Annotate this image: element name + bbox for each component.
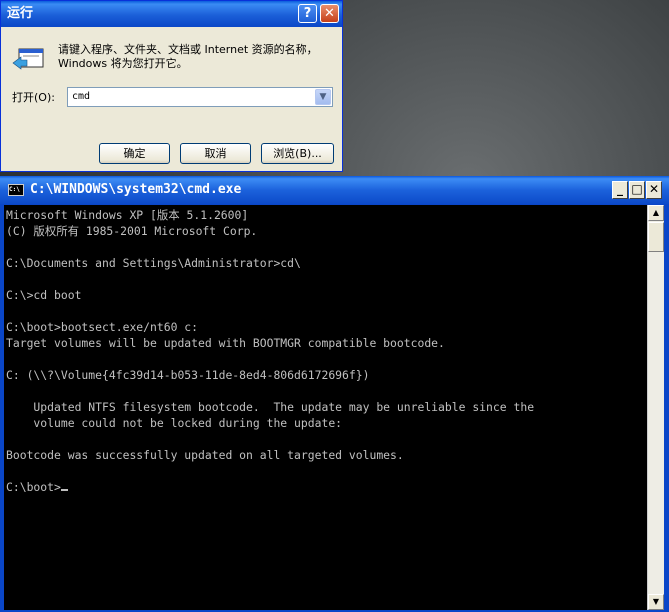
- cancel-button[interactable]: 取消: [180, 143, 251, 164]
- maximize-button[interactable]: □: [629, 181, 645, 199]
- console-line: C:\boot>bootsect.exe/nt60 c:: [6, 320, 199, 334]
- console-lines: Microsoft Windows XP [版本 5.1.2600] (C) 版权…: [6, 207, 534, 495]
- ok-button[interactable]: 确定: [99, 143, 170, 164]
- open-label: 打开(O):: [12, 91, 55, 104]
- scroll-down-icon[interactable]: ▼: [648, 594, 664, 610]
- console-line: C:\Documents and Settings\Administrator>…: [6, 256, 301, 270]
- cmd-title: C:\WINDOWS\system32\cmd.exe: [30, 182, 242, 197]
- console-line: volume could not be locked during the up…: [6, 416, 343, 430]
- console-line: (C) 版权所有 1985-2001 Microsoft Corp.: [6, 224, 258, 238]
- console-line: C: (\\?\Volume{4fc39d14-b053-11de-8ed4-8…: [6, 368, 370, 382]
- vertical-scrollbar[interactable]: ▲ ▼: [647, 205, 664, 610]
- console-line: Updated NTFS filesystem bootcode. The up…: [6, 400, 535, 414]
- cmd-window: C:\ C:\WINDOWS\system32\cmd.exe _ □ ✕ Mi…: [0, 176, 669, 612]
- console-line: C:\boot>: [6, 479, 534, 495]
- open-combobox[interactable]: cmd ▼: [67, 87, 333, 107]
- run-titlebar[interactable]: 运行 ? ✕: [1, 1, 342, 27]
- open-input[interactable]: cmd: [72, 91, 90, 102]
- run-program-icon: [12, 48, 44, 70]
- chevron-down-icon[interactable]: ▼: [315, 89, 331, 105]
- text-cursor: [60, 489, 68, 491]
- minimize-button[interactable]: _: [612, 181, 628, 199]
- browse-button[interactable]: 浏览(B)...: [261, 143, 334, 164]
- run-description: 请键入程序、文件夹、文档或 Internet 资源的名称，Windows 将为您…: [58, 43, 318, 70]
- scroll-thumb[interactable]: [648, 222, 664, 252]
- console-output[interactable]: Microsoft Windows XP [版本 5.1.2600] (C) 版权…: [4, 205, 647, 610]
- cmd-close-button[interactable]: ✕: [646, 181, 662, 199]
- console-line: Microsoft Windows XP [版本 5.1.2600]: [6, 208, 249, 222]
- console-line: Bootcode was successfully updated on all…: [6, 448, 404, 462]
- run-dialog: 运行 ? ✕ 请键入程序、文件夹、文档或 Internet 资源的名称，Wind…: [0, 0, 343, 172]
- scroll-up-icon[interactable]: ▲: [648, 205, 664, 221]
- run-title: 运行: [7, 6, 34, 21]
- help-button[interactable]: ?: [298, 4, 317, 23]
- console-line: Target volumes will be updated with BOOT…: [6, 336, 445, 350]
- cmd-titlebar[interactable]: C:\ C:\WINDOWS\system32\cmd.exe _ □ ✕: [0, 176, 669, 204]
- console-icon: C:\: [8, 184, 24, 196]
- console-line: C:\>cd boot: [6, 288, 82, 302]
- close-button[interactable]: ✕: [320, 4, 339, 23]
